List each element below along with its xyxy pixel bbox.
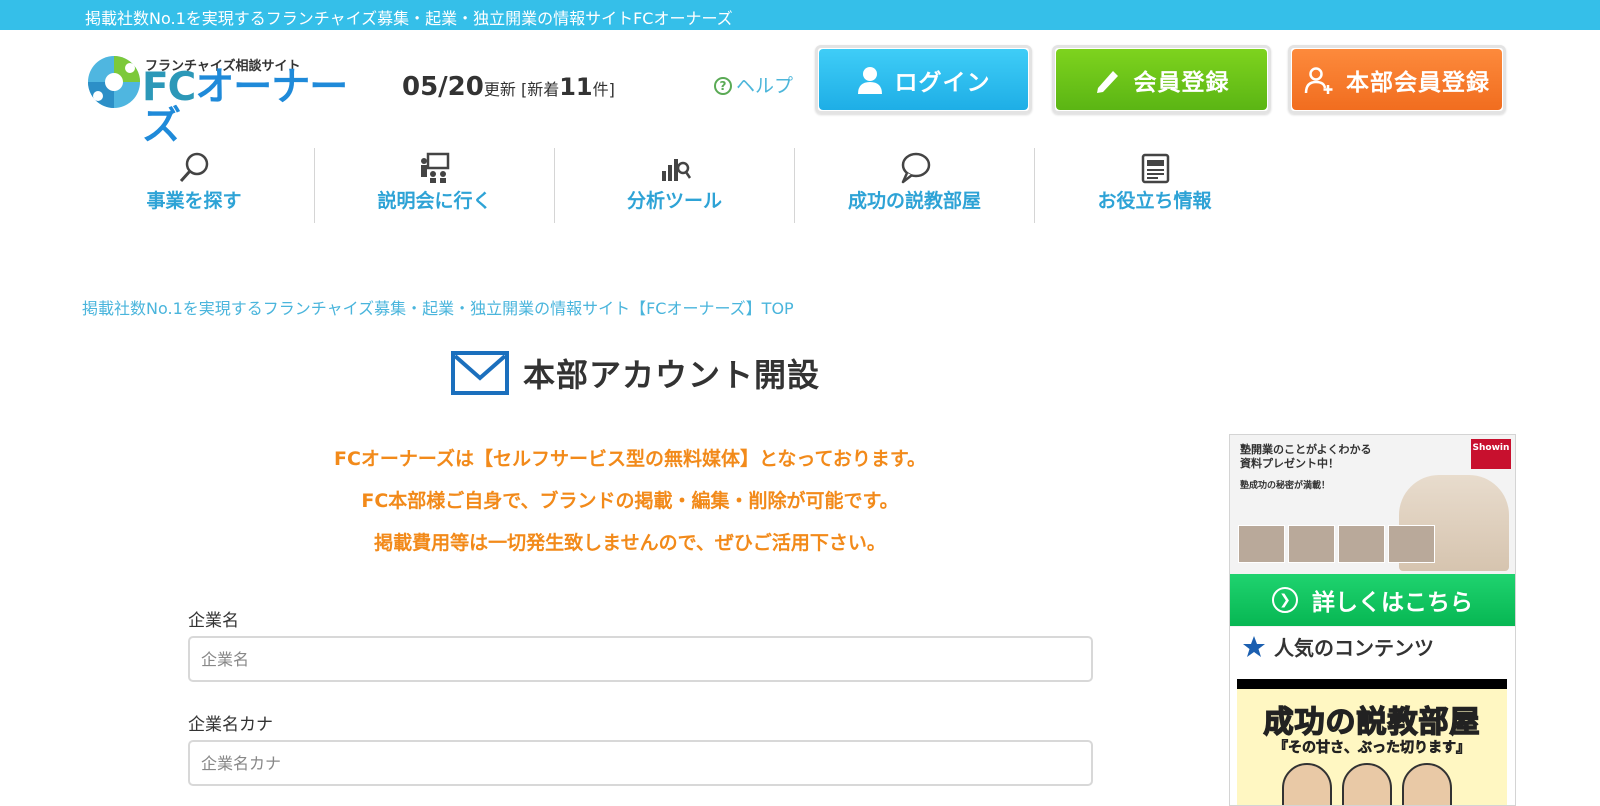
character-illustration [1342, 763, 1392, 805]
intro-text: FCオーナーズは【セルフサービス型の無料媒体】となっております。 FC本部様ご自… [180, 438, 1080, 564]
ad-line: 資料プレゼント中！ [1240, 457, 1339, 470]
ad-thumbnail [1238, 525, 1285, 563]
banner-title: 成功の説教部屋 [1263, 704, 1481, 741]
update-date-suffix: 更新 [483, 80, 516, 99]
envelope-icon [451, 351, 509, 395]
member-register-label: 会員登録 [1133, 69, 1230, 96]
character-illustration [1282, 763, 1332, 805]
nav-item-search[interactable]: 事業を探す [74, 148, 314, 223]
nav-item-label: 説明会に行く [377, 190, 492, 212]
nav-item-label: 分析ツール [626, 190, 722, 212]
analytics-icon [555, 148, 794, 186]
seminar-icon [315, 148, 554, 186]
ad-details-label: 詳しくはこちら [1312, 590, 1473, 616]
logo-wordmark: FCオーナーズ [142, 68, 376, 146]
login-button[interactable]: ログイン [815, 45, 1032, 114]
login-label: ログイン [894, 69, 991, 96]
update-info: 05/20更新 [新着11件] [402, 72, 615, 102]
question-circle-icon: ? [714, 77, 732, 95]
company-kana-input[interactable] [188, 740, 1093, 786]
search-icon [74, 148, 314, 186]
ad-thumbnail [1288, 525, 1335, 563]
chevron-right-icon: ❯ [1272, 587, 1298, 613]
ad-banner[interactable]: 塾開業のことがよくわかる 資料プレゼント中！ 塾成功の秘密が満載！ Showin… [1230, 435, 1515, 627]
pencil-icon [1096, 70, 1118, 93]
nav-item-lecture-room[interactable]: 成功の説教部屋 [794, 148, 1034, 223]
help-link[interactable]: ? ヘルプ [714, 71, 793, 98]
add-user-icon [1304, 66, 1333, 94]
update-date: 05/20 [402, 72, 484, 102]
nav-item-analytics[interactable]: 分析ツール [554, 148, 794, 223]
new-count-prefix: [新着 [520, 80, 560, 99]
ad-line: 塾開業のことがよくわかる [1240, 443, 1372, 456]
nav-item-seminar[interactable]: 説明会に行く [314, 148, 554, 223]
ad-photo-strip [1238, 525, 1435, 563]
character-illustration [1402, 763, 1452, 805]
page-title: 本部アカウント開設 [451, 350, 820, 396]
hq-register-button[interactable]: 本部会員登録 [1288, 45, 1506, 114]
member-register-button[interactable]: 会員登録 [1052, 45, 1271, 114]
intro-line: 掲載費用等は一切発生致しませんので、ぜひご活用下さい。 [374, 532, 886, 554]
lecture-room-banner[interactable]: 成功の説教部屋 『その甘さ、ぶった切ります』 [1237, 679, 1507, 805]
sidebar: 塾開業のことがよくわかる 資料プレゼント中！ 塾成功の秘密が満載！ Showin… [1229, 434, 1516, 806]
hq-register-label: 本部会員登録 [1346, 69, 1490, 96]
top-announcement-text: 掲載社数No.1を実現するフランチャイズ募集・起業・独立開業の情報サイトFCオー… [85, 9, 733, 28]
ad-brand-badge: Showin [1471, 439, 1511, 469]
breadcrumb[interactable]: 掲載社数No.1を実現するフランチャイズ募集・起業・独立開業の情報サイト【FCオ… [82, 295, 794, 319]
top-announcement-bar: 掲載社数No.1を実現するフランチャイズ募集・起業・独立開業の情報サイトFCオー… [0, 0, 1600, 30]
popular-contents-heading: 人気のコンテンツ [1242, 632, 1434, 661]
nav-item-label: 成功の説教部屋 [847, 190, 981, 212]
company-name-input[interactable] [188, 636, 1093, 682]
newspaper-icon [1035, 148, 1274, 186]
banner-illustration [1282, 763, 1452, 805]
help-label: ヘルプ [736, 75, 794, 97]
speech-bubble-icon [795, 148, 1034, 186]
nav-item-label: お役立ち情報 [1097, 190, 1212, 212]
company-kana-label: 企業名カナ [188, 715, 273, 735]
ad-text: 塾開業のことがよくわかる 資料プレゼント中！ 塾成功の秘密が満載！ [1240, 443, 1371, 493]
nav-item-label: 事業を探す [146, 190, 242, 212]
ad-thumbnail [1388, 525, 1435, 563]
banner-subtitle: 『その甘さ、ぶった切ります』 [1274, 740, 1471, 757]
star-icon [1243, 635, 1265, 657]
ad-line: 塾成功の秘密が満載！ [1240, 481, 1331, 491]
intro-line: FCオーナーズは【セルフサービス型の無料媒体】となっております。 [334, 448, 926, 470]
intro-line: FC本部様ご自身で、ブランドの掲載・編集・削除が可能です。 [361, 490, 899, 512]
nav-item-useful-info[interactable]: お役立ち情報 [1034, 148, 1274, 223]
site-header: フランチャイズ相談サイト FCオーナーズ 05/20更新 [新着11件] ? ヘル… [0, 30, 1600, 146]
ad-thumbnail [1338, 525, 1385, 563]
main-nav: 事業を探す 説明会に行く 分析ツール 成功の説教部屋 お役立ち情報 [0, 148, 1600, 223]
puzzle-logo-icon [88, 56, 140, 108]
ad-details-button[interactable]: ❯ 詳しくはこちら [1230, 574, 1515, 626]
user-icon [857, 66, 882, 94]
company-name-label: 企業名 [188, 611, 239, 631]
site-logo[interactable]: フランチャイズ相談サイト FCオーナーズ [86, 54, 376, 146]
new-count: 11 [559, 73, 593, 101]
new-count-suffix: 件] [592, 80, 615, 99]
popular-contents-label: 人気のコンテンツ [1274, 636, 1434, 660]
page-title-text: 本部アカウント開設 [523, 356, 821, 394]
